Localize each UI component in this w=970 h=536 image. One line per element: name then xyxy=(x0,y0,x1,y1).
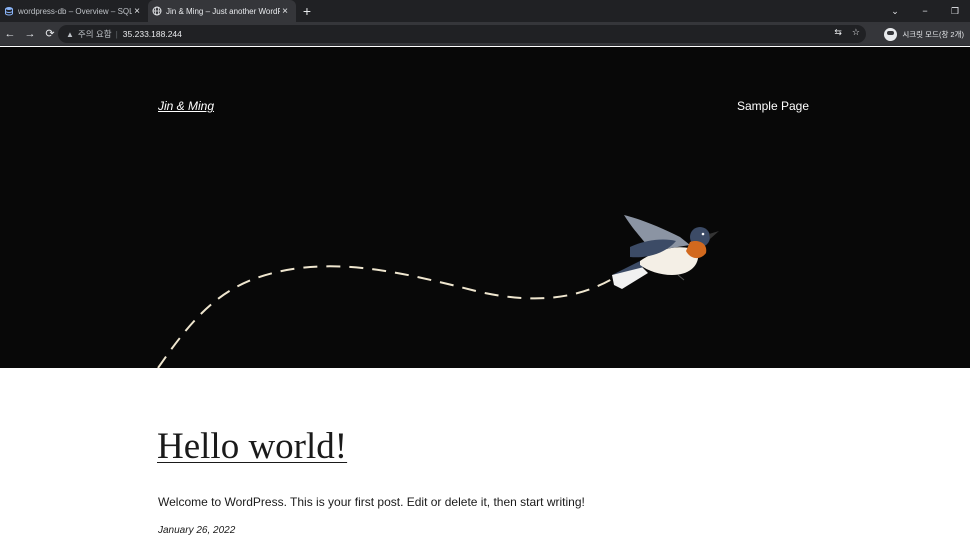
back-icon[interactable]: ← xyxy=(0,28,20,40)
window-controls: ⌄ − ❐ xyxy=(880,0,970,22)
minimize-icon[interactable]: − xyxy=(910,6,940,16)
reload-icon[interactable]: ⟳ xyxy=(40,27,60,40)
dashed-flight-path xyxy=(157,265,613,368)
bookmark-star-icon[interactable]: ☆ xyxy=(852,27,860,38)
tab-title: Jin & Ming – Just another WordPress site xyxy=(166,6,280,16)
globe-icon xyxy=(152,6,162,16)
post-date[interactable]: January 26, 2022 xyxy=(158,525,235,536)
close-icon[interactable]: × xyxy=(132,6,142,17)
browser-toolbar: ← → ⟳ ▲ 주의 요함 | 35.233.188.244 ⇆ ☆ 시크릿 모… xyxy=(0,22,970,46)
translate-icon[interactable]: ⇆ xyxy=(834,27,842,38)
tab-jin-ming[interactable]: Jin & Ming – Just another WordPress site… xyxy=(148,0,296,22)
hero-illustration xyxy=(157,215,719,368)
warning-icon[interactable]: ▲ xyxy=(66,30,74,39)
url-text[interactable]: 35.233.188.244 xyxy=(123,29,182,39)
tab-wordpress-db[interactable]: wordpress-db – Overview – SQL × xyxy=(0,0,148,22)
new-tab-button[interactable]: + xyxy=(296,0,318,22)
profile-label: 시크릿 모드(창 2개) xyxy=(902,29,964,39)
site-header-hero: Jin & Ming Sample Page xyxy=(0,47,970,368)
close-icon[interactable]: × xyxy=(280,6,290,17)
database-icon xyxy=(5,7,13,16)
address-bar[interactable]: ▲ 주의 요함 | 35.233.188.244 ⇆ ☆ xyxy=(58,25,866,43)
security-warning[interactable]: 주의 요함 xyxy=(78,28,112,40)
site-title-link[interactable]: Jin & Ming xyxy=(158,99,214,113)
address-separator: | xyxy=(115,29,118,39)
incognito-icon xyxy=(884,27,898,41)
post-excerpt: Welcome to WordPress. This is your first… xyxy=(158,495,585,509)
incognito-profile-button[interactable]: 시크릿 모드(창 2개) xyxy=(884,25,964,43)
omnibox-actions: ⇆ ☆ xyxy=(834,27,860,38)
post-content: Hello world! Welcome to WordPress. This … xyxy=(0,368,970,536)
bird-icon xyxy=(612,215,719,289)
post-title-link[interactable]: Hello world! xyxy=(157,425,347,468)
forward-icon[interactable]: → xyxy=(20,28,40,40)
tab-search-icon[interactable]: ⌄ xyxy=(880,6,910,17)
tab-strip: wordpress-db – Overview – SQL × Jin & Mi… xyxy=(0,0,970,22)
tab-title: wordpress-db – Overview – SQL xyxy=(18,6,132,16)
restore-icon[interactable]: ❐ xyxy=(940,6,970,17)
nav-sample-page[interactable]: Sample Page xyxy=(737,99,809,113)
